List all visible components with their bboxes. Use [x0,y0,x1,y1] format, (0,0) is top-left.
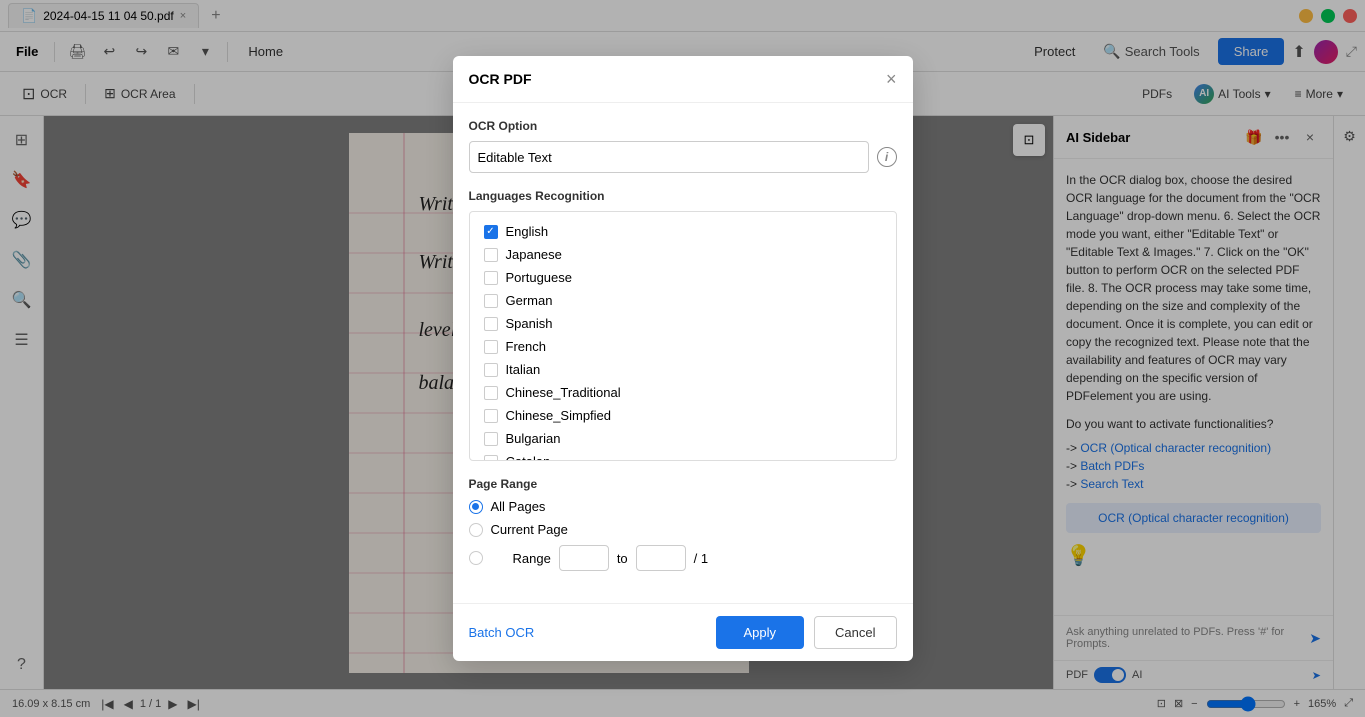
language-item[interactable]: Chinese_Simpfied [478,404,888,427]
apply-button[interactable]: Apply [716,616,805,649]
ocr-option-select[interactable]: Editable Text [469,141,869,173]
language-label: French [506,339,546,354]
dialog-close-button[interactable]: × [886,70,897,88]
range-total-label: / 1 [694,551,708,566]
language-label: Catalan [506,454,551,461]
languages-label: Languages Recognition [469,189,897,203]
language-item[interactable]: Chinese_Traditional [478,381,888,404]
range-from-input[interactable] [559,545,609,571]
language-checkbox[interactable] [484,386,498,400]
range-option[interactable]: Range to / 1 [469,545,897,571]
ocr-option-label: OCR Option [469,119,897,133]
language-checkbox[interactable] [484,317,498,331]
dialog-body: OCR Option Editable Text i Languages Rec… [453,103,913,603]
range-radio[interactable] [469,551,483,565]
range-label: Range [513,551,551,566]
language-item[interactable]: Japanese [478,243,888,266]
ocr-option-dropdown[interactable]: Editable Text [478,150,860,165]
all-pages-label: All Pages [491,499,546,514]
current-page-radio[interactable] [469,523,483,537]
current-page-option[interactable]: Current Page [469,522,897,537]
cancel-button[interactable]: Cancel [814,616,896,649]
all-pages-option[interactable]: All Pages [469,499,897,514]
languages-list: ✓ English Japanese Portuguese German Spanish F… [469,211,897,461]
language-label: Spanish [506,316,553,331]
radio-group: All Pages Current Page Range to / [469,499,897,571]
dialog-header: OCR PDF × [453,56,913,103]
language-item[interactable]: Spanish [478,312,888,335]
language-checkbox[interactable] [484,409,498,423]
language-checkbox[interactable] [484,271,498,285]
language-label: English [506,224,549,239]
info-icon[interactable]: i [877,147,897,167]
language-label: Japanese [506,247,562,262]
language-item[interactable]: French [478,335,888,358]
page-range-label: Page Range [469,477,897,491]
all-pages-radio[interactable] [469,500,483,514]
language-checkbox[interactable] [484,455,498,462]
language-item[interactable]: German [478,289,888,312]
range-to-label: to [617,551,628,566]
language-label: Portuguese [506,270,573,285]
footer-buttons: Apply Cancel [716,616,897,649]
page-range-section: Page Range All Pages Current Page Range [469,477,897,571]
language-checkbox[interactable] [484,363,498,377]
batch-ocr-link[interactable]: Batch OCR [469,625,535,640]
current-page-label: Current Page [491,522,568,537]
language-label: Italian [506,362,541,377]
dialog-overlay: OCR PDF × OCR Option Editable Text i Lan… [0,0,1365,717]
language-label: Bulgarian [506,431,561,446]
language-checkbox[interactable] [484,294,498,308]
ocr-option-row: Editable Text i [469,141,897,173]
range-row: Range to / 1 [491,545,709,571]
language-label: German [506,293,553,308]
language-item[interactable]: ✓ English [478,220,888,243]
language-label: Chinese_Simpfied [506,408,612,423]
language-label: Chinese_Traditional [506,385,621,400]
language-item[interactable]: Catalan [478,450,888,461]
language-item[interactable]: Portuguese [478,266,888,289]
language-checkbox[interactable] [484,248,498,262]
language-checkbox[interactable]: ✓ [484,225,498,239]
language-item[interactable]: Italian [478,358,888,381]
range-to-input[interactable] [636,545,686,571]
language-item[interactable]: Bulgarian [478,427,888,450]
dialog-title: OCR PDF [469,71,886,87]
dialog-footer: Batch OCR Apply Cancel [453,603,913,661]
language-checkbox[interactable] [484,432,498,446]
language-checkbox[interactable] [484,340,498,354]
ocr-dialog: OCR PDF × OCR Option Editable Text i Lan… [453,56,913,661]
